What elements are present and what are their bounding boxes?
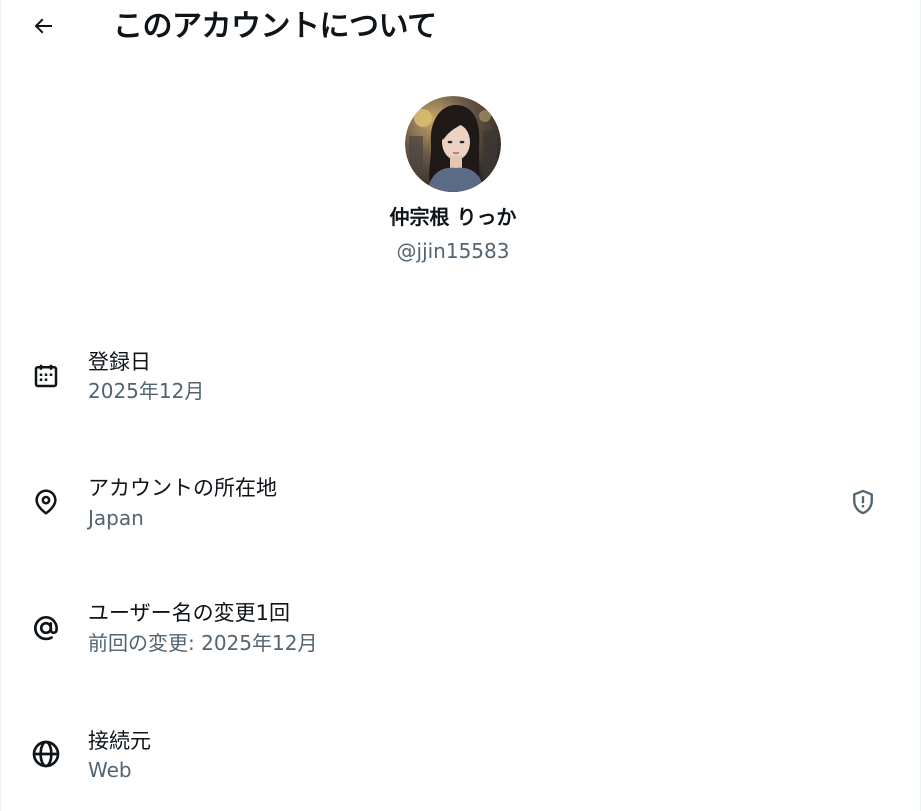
location-pin-icon [29, 485, 63, 519]
shield-alert-button[interactable] [845, 484, 881, 520]
row-value-connected-via: Web [88, 758, 132, 782]
info-row-joined: 登録日 2025年12月 [1, 346, 905, 416]
display-name: 仲宗根 りっか [389, 205, 517, 229]
avatar[interactable] [405, 96, 501, 192]
row-title-username-changes: ユーザー名の変更1回 [88, 601, 290, 625]
info-row-connected-via: 接続元 Web [1, 726, 905, 796]
calendar-icon [29, 359, 63, 393]
row-value-joined: 2025年12月 [88, 379, 205, 403]
info-row-username-changes: ユーザー名の変更1回 前回の変更: 2025年12月 [1, 598, 905, 668]
row-title-location: アカウントの所在地 [88, 476, 277, 500]
profile-section: 仲宗根 りっか @jjin15583 [1, 96, 905, 264]
back-button[interactable] [23, 6, 63, 46]
page-frame: このアカウントについて 仲宗根 りっか @jjin15583 登録日 2025年… [0, 0, 921, 811]
row-value-username-changes: 前回の変更: 2025年12月 [88, 631, 318, 655]
row-title-connected-via: 接続元 [88, 729, 151, 753]
arrow-left-icon [34, 18, 52, 34]
header: このアカウントについて [1, 0, 921, 54]
at-sign-icon [29, 611, 63, 645]
page-title: このアカウントについて [113, 9, 437, 44]
avatar-photo [405, 96, 501, 192]
info-row-location: アカウントの所在地 Japan [1, 472, 905, 542]
row-value-location: Japan [88, 506, 144, 530]
globe-icon [29, 737, 63, 771]
row-title-joined: 登録日 [88, 350, 151, 374]
username-handle: @jjin15583 [396, 239, 510, 263]
shield-alert-icon [853, 489, 873, 515]
